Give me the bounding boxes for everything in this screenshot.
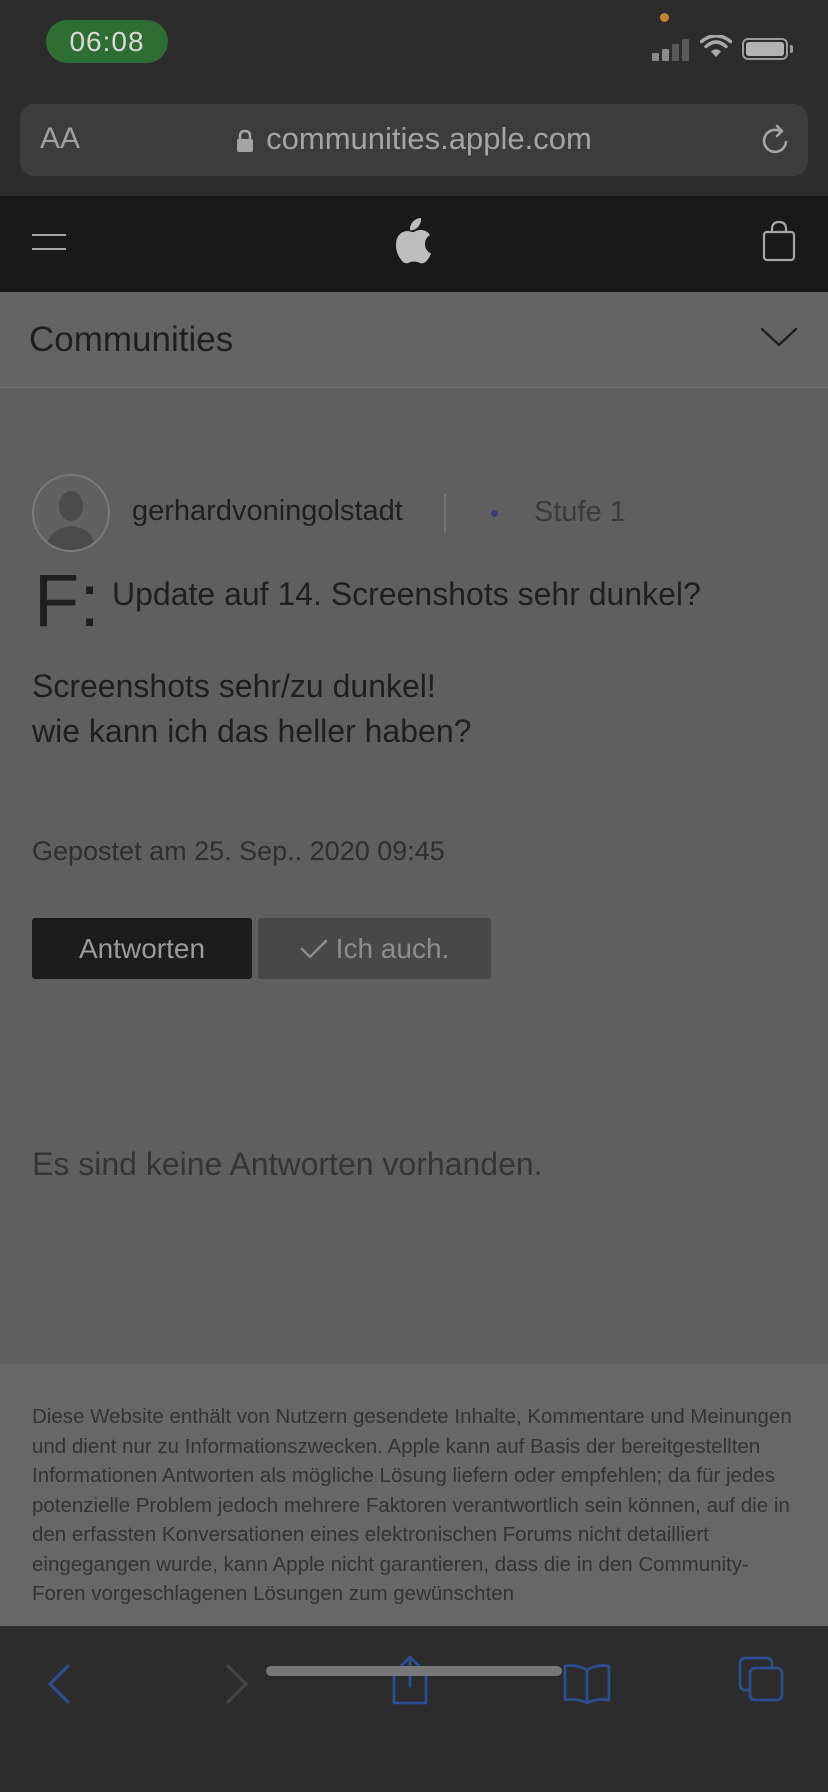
checkmark-icon [300, 939, 327, 958]
status-bar: 06:08 [0, 0, 828, 90]
disclaimer-text: Diese Website enthält von Nutzern gesend… [32, 1405, 792, 1605]
question-marker: F: [34, 559, 100, 642]
author-divider [444, 494, 446, 532]
address-bar[interactable]: AA communities.apple.com [20, 104, 808, 176]
battery-tip [790, 45, 793, 53]
person-silhouette-icon [46, 491, 96, 550]
question-body-line: Screenshots sehr/zu dunkel! [32, 668, 436, 704]
url-display[interactable]: communities.apple.com [20, 121, 808, 157]
shopping-bag-icon[interactable] [762, 220, 796, 262]
me-too-label: Ich auch. [335, 933, 450, 964]
question-thread: gerhardvoningolstadt Stufe 1 F: Update a… [0, 388, 828, 1364]
wifi-icon [700, 35, 732, 57]
footer: Diese Website enthält von Nutzern gesend… [0, 1364, 828, 1628]
chevron-down-icon[interactable] [760, 326, 798, 348]
user-avatar[interactable] [32, 474, 110, 552]
share-icon[interactable] [390, 1654, 430, 1706]
browser-address-area: AA communities.apple.com [0, 90, 828, 196]
tabs-icon[interactable] [738, 1656, 786, 1704]
hamburger-menu-icon[interactable] [32, 234, 66, 262]
bookmarks-icon[interactable] [562, 1662, 612, 1704]
user-level-label: Stufe 1 [534, 496, 626, 528]
forward-icon[interactable] [222, 1662, 252, 1706]
question-body: Screenshots sehr/zu dunkel! wie kann ich… [32, 664, 471, 754]
url-text: communities.apple.com [266, 121, 592, 156]
cellular-signal-icon [652, 37, 692, 61]
level-indicator-icon [491, 510, 498, 517]
site-navigation-bar [0, 196, 828, 292]
privacy-indicator [660, 13, 669, 22]
communities-header[interactable]: Communities [0, 292, 828, 388]
no-answers-message: Es sind keine Antworten vorhanden. [32, 1146, 543, 1182]
me-too-button[interactable]: Ich auch. [258, 918, 491, 979]
posted-date: Gepostet am 25. Sep.. 2020 09:45 [32, 836, 445, 866]
reload-icon[interactable] [760, 124, 792, 158]
question-title: Update auf 14. Screenshots sehr dunkel? [112, 576, 701, 612]
apple-logo-icon[interactable] [394, 216, 434, 264]
lock-icon [237, 129, 254, 152]
communities-title: Communities [29, 320, 234, 359]
status-time: 06:08 [46, 20, 168, 63]
question-body-line: wie kann ich das heller haben? [32, 713, 472, 749]
author-name-link[interactable]: gerhardvoningolstadt [132, 495, 403, 528]
reply-button[interactable]: Antworten [32, 918, 252, 979]
browser-toolbar [0, 1626, 828, 1792]
home-indicator [266, 1666, 562, 1676]
battery-icon [742, 38, 788, 60]
back-icon[interactable] [44, 1662, 74, 1706]
